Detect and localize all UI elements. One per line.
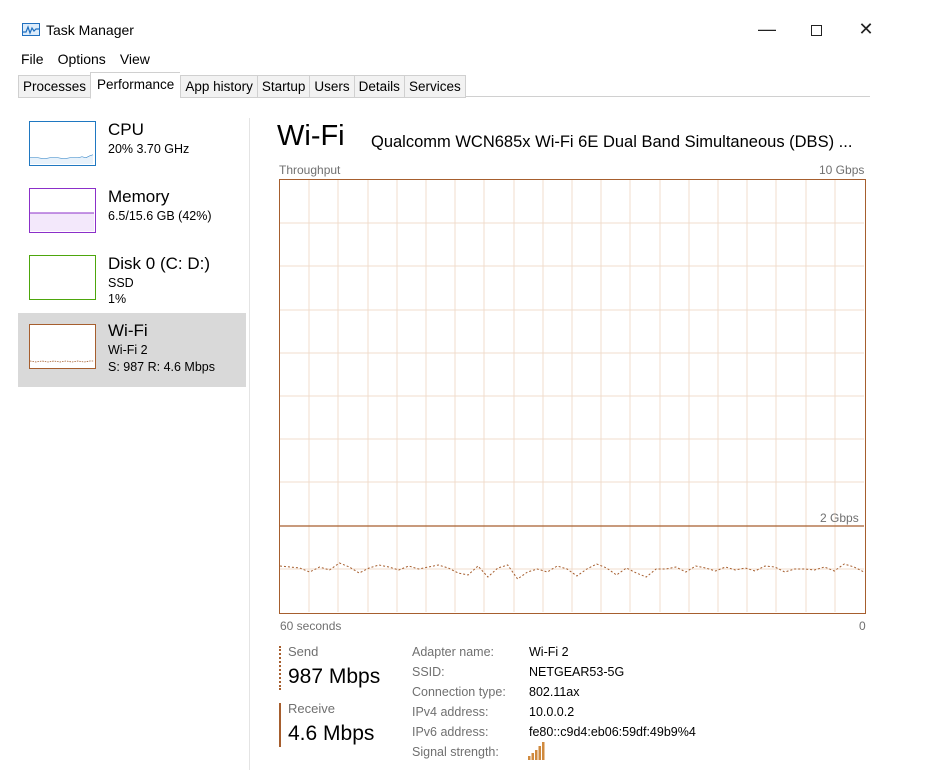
tab-app-history[interactable]: App history bbox=[180, 75, 257, 98]
tab-startup[interactable]: Startup bbox=[256, 75, 310, 98]
sidebar-item-detail: 20% 3.70 GHz bbox=[108, 142, 190, 156]
tab-users[interactable]: Users bbox=[309, 75, 354, 98]
sidebar-item-label: Disk 0 (C: D:) bbox=[108, 254, 210, 273]
detail-label: Signal strength: bbox=[412, 745, 499, 759]
sidebar-item-label: Memory bbox=[108, 187, 170, 206]
sidebar-item-detail: SSD bbox=[108, 276, 134, 290]
sidebar-item-label: Wi-Fi bbox=[108, 321, 148, 340]
tab-performance[interactable]: Performance bbox=[90, 72, 181, 99]
sidebar-item-cpu[interactable]: CPU 20% 3.70 GHz bbox=[18, 112, 246, 179]
menu-bar: File Options View bbox=[14, 49, 157, 69]
sidebar-item-detail: 1% bbox=[108, 292, 127, 306]
sidebar-divider bbox=[249, 118, 250, 770]
detail-value: NETGEAR53-5G bbox=[529, 665, 625, 679]
sidebar-item-wifi[interactable]: Wi-Fi Wi-Fi 2 S: 987 R: 4.6 Mbps bbox=[18, 313, 246, 387]
detail-value: 802.11ax bbox=[529, 685, 580, 699]
receive-value: 4.6 Mbps bbox=[288, 722, 375, 745]
tab-strip: Processes Performance App history Startu… bbox=[18, 72, 870, 99]
sidebar-item-detail: S: 987 R: 4.6 Mbps bbox=[108, 360, 216, 374]
detail-label: Adapter name: bbox=[412, 645, 494, 659]
menu-file[interactable]: File bbox=[14, 49, 51, 69]
detail-label: Connection type: bbox=[412, 685, 506, 699]
task-manager-icon bbox=[22, 23, 40, 36]
detail-label: IPv4 address: bbox=[412, 705, 489, 719]
graph-label-scale: 2 Gbps bbox=[820, 511, 859, 525]
sidebar-item-disk[interactable]: Disk 0 (C: D:) SSD 1% bbox=[18, 246, 246, 313]
send-label: Send bbox=[288, 644, 319, 659]
window-title: Task Manager bbox=[46, 22, 134, 38]
graph-label-time: 60 seconds bbox=[280, 619, 342, 633]
tab-services[interactable]: Services bbox=[403, 75, 466, 98]
tab-details[interactable]: Details bbox=[353, 75, 404, 98]
page-title: Wi-Fi bbox=[277, 120, 345, 152]
graph-label-max: 10 Gbps bbox=[819, 163, 865, 177]
sidebar-item-label: CPU bbox=[108, 120, 144, 139]
performance-sidebar: CPU 20% 3.70 GHz Memory 6.5/15.6 GB (42%… bbox=[18, 112, 246, 387]
receive-label: Receive bbox=[288, 701, 335, 716]
sidebar-item-memory[interactable]: Memory 6.5/15.6 GB (42%) bbox=[18, 179, 246, 246]
signal-strength-icon bbox=[528, 742, 546, 760]
close-button[interactable]: ✕ bbox=[851, 16, 881, 42]
tab-processes[interactable]: Processes bbox=[18, 75, 91, 98]
disk-thumbnail-graph bbox=[29, 255, 96, 300]
cpu-thumbnail-graph bbox=[29, 121, 96, 166]
send-indicator bbox=[279, 646, 281, 690]
sidebar-item-detail: Wi-Fi 2 bbox=[108, 343, 148, 357]
title-bar: Task Manager — ✕ bbox=[0, 0, 942, 44]
detail-label: IPv6 address: bbox=[412, 725, 489, 739]
throughput-graph-canvas bbox=[280, 180, 864, 612]
memory-thumbnail-graph bbox=[29, 188, 96, 233]
menu-view[interactable]: View bbox=[113, 49, 157, 69]
adapter-description: Qualcomm WCN685x Wi-Fi 6E Dual Band Simu… bbox=[371, 133, 853, 151]
menu-options[interactable]: Options bbox=[51, 49, 113, 69]
wifi-thumbnail-graph bbox=[29, 324, 96, 369]
graph-label-zero: 0 bbox=[859, 619, 866, 633]
detail-value: Wi-Fi 2 bbox=[529, 645, 569, 659]
receive-indicator bbox=[279, 703, 281, 747]
detail-value: 10.0.0.2 bbox=[529, 705, 575, 719]
sidebar-item-detail: 6.5/15.6 GB (42%) bbox=[108, 209, 212, 223]
graph-label-throughput: Throughput bbox=[279, 163, 341, 177]
detail-label: SSID: bbox=[412, 665, 445, 679]
minimize-button[interactable]: — bbox=[752, 16, 782, 42]
maximize-button[interactable] bbox=[801, 16, 831, 42]
maximize-icon bbox=[810, 24, 822, 36]
throughput-graph bbox=[279, 179, 866, 614]
detail-value: fe80::c9d4:eb06:59df:49b9%4 bbox=[529, 725, 696, 739]
send-value: 987 Mbps bbox=[288, 665, 381, 688]
